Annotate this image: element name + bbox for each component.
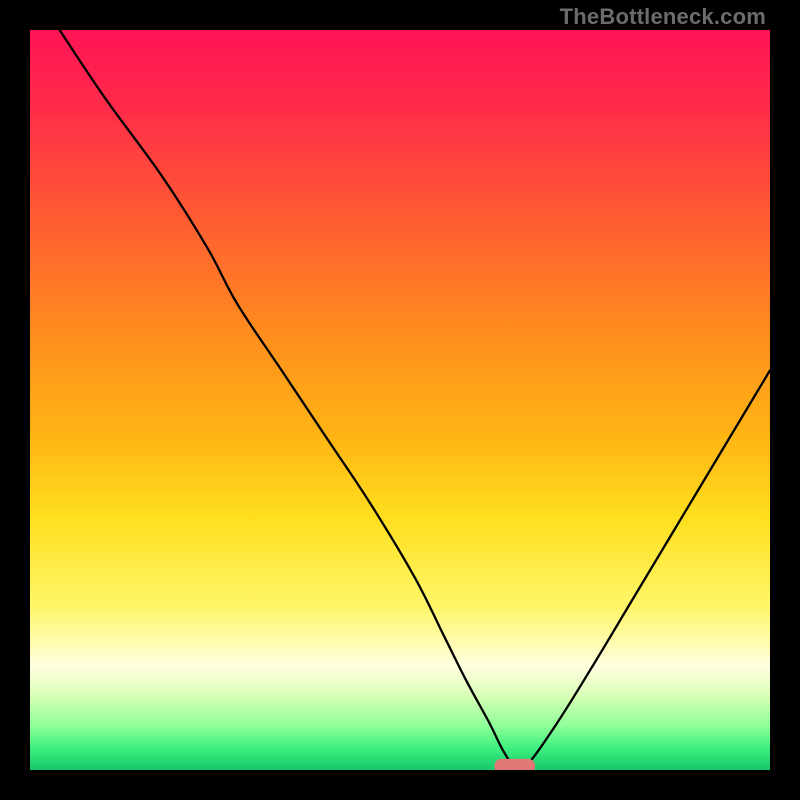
optimal-marker [494, 759, 535, 770]
chart-frame: TheBottleneck.com [0, 0, 800, 800]
chart-plot-area [30, 30, 770, 770]
bottleneck-curve [60, 30, 770, 770]
watermark-text: TheBottleneck.com [560, 4, 766, 30]
chart-overlay [30, 30, 770, 770]
